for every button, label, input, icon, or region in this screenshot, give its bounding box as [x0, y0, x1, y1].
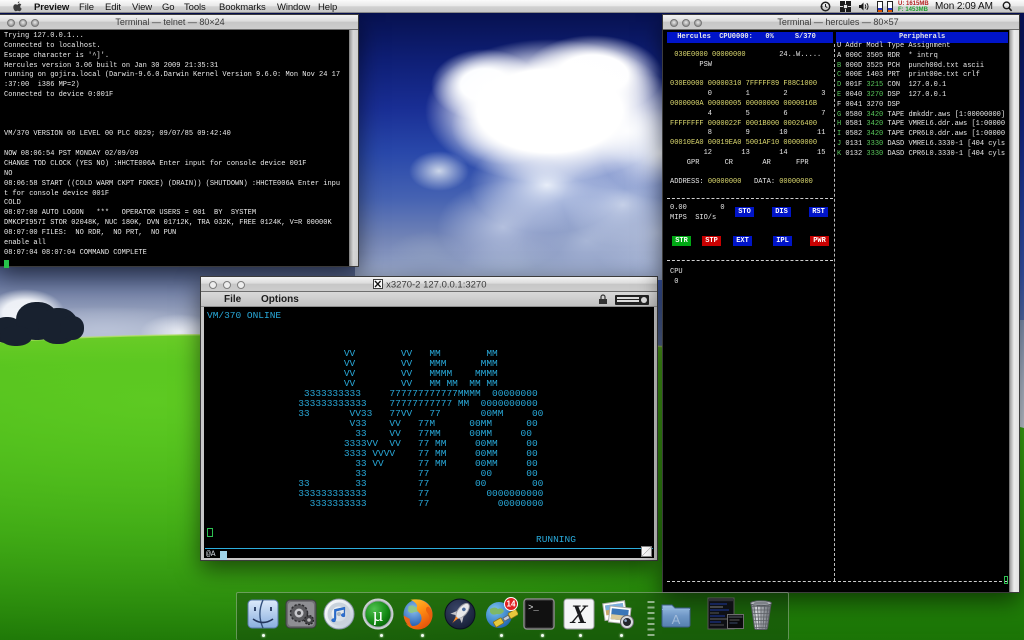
- svg-text:µ: µ: [373, 605, 384, 626]
- svg-text:A: A: [672, 612, 681, 627]
- svg-text:14: 14: [507, 600, 516, 609]
- svg-text:X: X: [569, 600, 588, 629]
- svg-text:>_: >_: [528, 603, 539, 613]
